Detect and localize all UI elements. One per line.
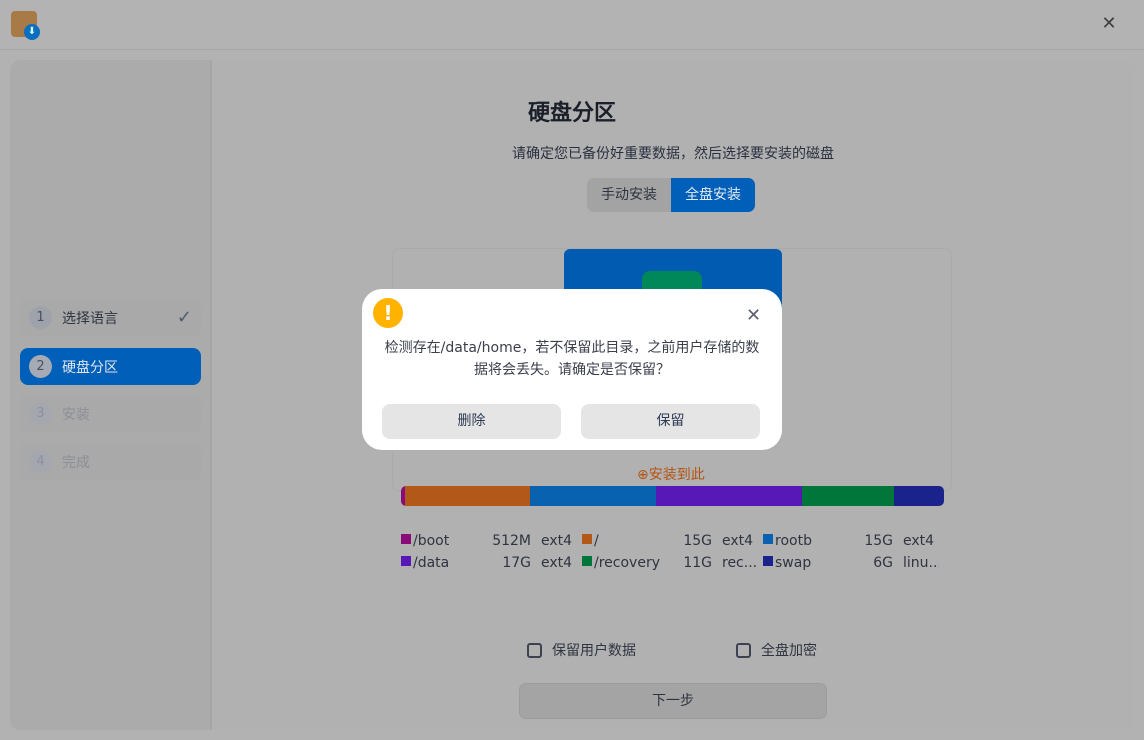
partition-fs: ext4 (541, 555, 573, 571)
step-number: 4 (29, 450, 52, 473)
sidebar-step-install: 3 安装 (20, 395, 201, 432)
legend-item: swap 6G linu... (763, 553, 939, 573)
keep-user-data-checkbox[interactable]: 保留用户数据 (527, 640, 636, 660)
full-disk-encrypt-checkbox[interactable]: 全盘加密 (736, 640, 817, 660)
partition-segment (530, 486, 656, 506)
checkbox-icon (527, 642, 542, 658)
dialog-close-button[interactable]: ✕ (746, 305, 761, 326)
tab-manual-install[interactable]: 手动安装 (587, 178, 671, 212)
partition-segment (655, 486, 802, 506)
install-here-text: 安装到此 (648, 467, 705, 483)
legend-item: rootb 15G ext4 (763, 531, 939, 551)
partition-size: 11G (683, 555, 712, 571)
dialog-message: 检测存在/data/home，若不保留此目录，之前用户存储的数据将会丢失。请确定… (384, 340, 760, 378)
checkbox-icon (736, 642, 751, 658)
partition-fs: linu... (903, 555, 939, 571)
tab-full-disk-install[interactable]: 全盘安装 (671, 178, 755, 212)
partition-fs: ext4 (903, 533, 935, 549)
partition-size: 17G (502, 555, 531, 571)
partition-fs: rec... (722, 555, 758, 571)
partition-name: rootb (775, 533, 812, 549)
partition-bar (401, 486, 944, 506)
sidebar-step-partition[interactable]: 2 硬盘分区 (20, 348, 201, 385)
legend-swatch (401, 556, 411, 566)
partition-segment (405, 486, 531, 506)
download-icon: ⬇ (24, 24, 40, 40)
checkbox-label: 全盘加密 (761, 643, 817, 659)
warning-icon: ! (373, 298, 403, 328)
step-label: 选择语言 (62, 310, 118, 327)
partition-segment (801, 486, 894, 506)
window-close-button[interactable]: ✕ (1098, 13, 1120, 35)
sidebar-step-finish: 4 完成 (20, 443, 201, 480)
step-label: 硬盘分区 (62, 359, 118, 376)
legend-item: / 15G ext4 (582, 531, 758, 551)
partition-size: 15G (683, 533, 712, 549)
step-number: 3 (29, 402, 52, 425)
title-bar: ⬇ ✕ (0, 0, 1144, 50)
partition-name: /data (413, 555, 450, 571)
keep-data-dialog: ! ✕ 检测存在/data/home，若不保留此目录，之前用户存储的数据将会丢失… (362, 289, 782, 450)
keep-button[interactable]: 保留 (581, 404, 760, 439)
partition-name: /recovery (594, 555, 660, 571)
checkbox-label: 保留用户数据 (552, 643, 636, 659)
page-subtitle: 请确定您已备份好重要数据，然后选择要安装的磁盘 (512, 146, 834, 162)
partition-name: / (594, 533, 599, 549)
partition-fs: ext4 (722, 533, 754, 549)
partition-size: 6G (873, 555, 893, 571)
step-label: 完成 (62, 454, 90, 471)
legend-swatch (401, 534, 411, 544)
legend-swatch (763, 556, 773, 566)
legend-swatch (763, 534, 773, 544)
check-icon: ✓ (176, 307, 192, 328)
delete-button[interactable]: 删除 (382, 404, 561, 439)
partition-fs: ext4 (541, 533, 573, 549)
app-installer-icon: ⬇ (11, 11, 40, 40)
sidebar-step-language[interactable]: 1 选择语言 ✓ (20, 299, 201, 336)
next-button[interactable]: 下一步 (519, 683, 827, 719)
step-number: 2 (29, 355, 52, 378)
partition-size: 15G (864, 533, 893, 549)
legend-item: /recovery 11G rec... (582, 553, 758, 573)
step-label: 安装 (62, 406, 90, 423)
partition-segment (893, 486, 944, 506)
legend-item: /boot 512M ext4 (401, 531, 577, 551)
legend-swatch (582, 556, 592, 566)
legend-item: /data 17G ext4 (401, 553, 577, 573)
install-here-label: ⊕安装到此 (637, 467, 705, 483)
partition-size: 512M (492, 533, 531, 549)
partition-name: swap (775, 555, 812, 571)
legend-swatch (582, 534, 592, 544)
install-mode-tabs: 手动安装 全盘安装 (587, 178, 755, 212)
step-number: 1 (29, 306, 52, 329)
page-title: 硬盘分区 (527, 101, 616, 126)
partition-name: /boot (413, 533, 450, 549)
